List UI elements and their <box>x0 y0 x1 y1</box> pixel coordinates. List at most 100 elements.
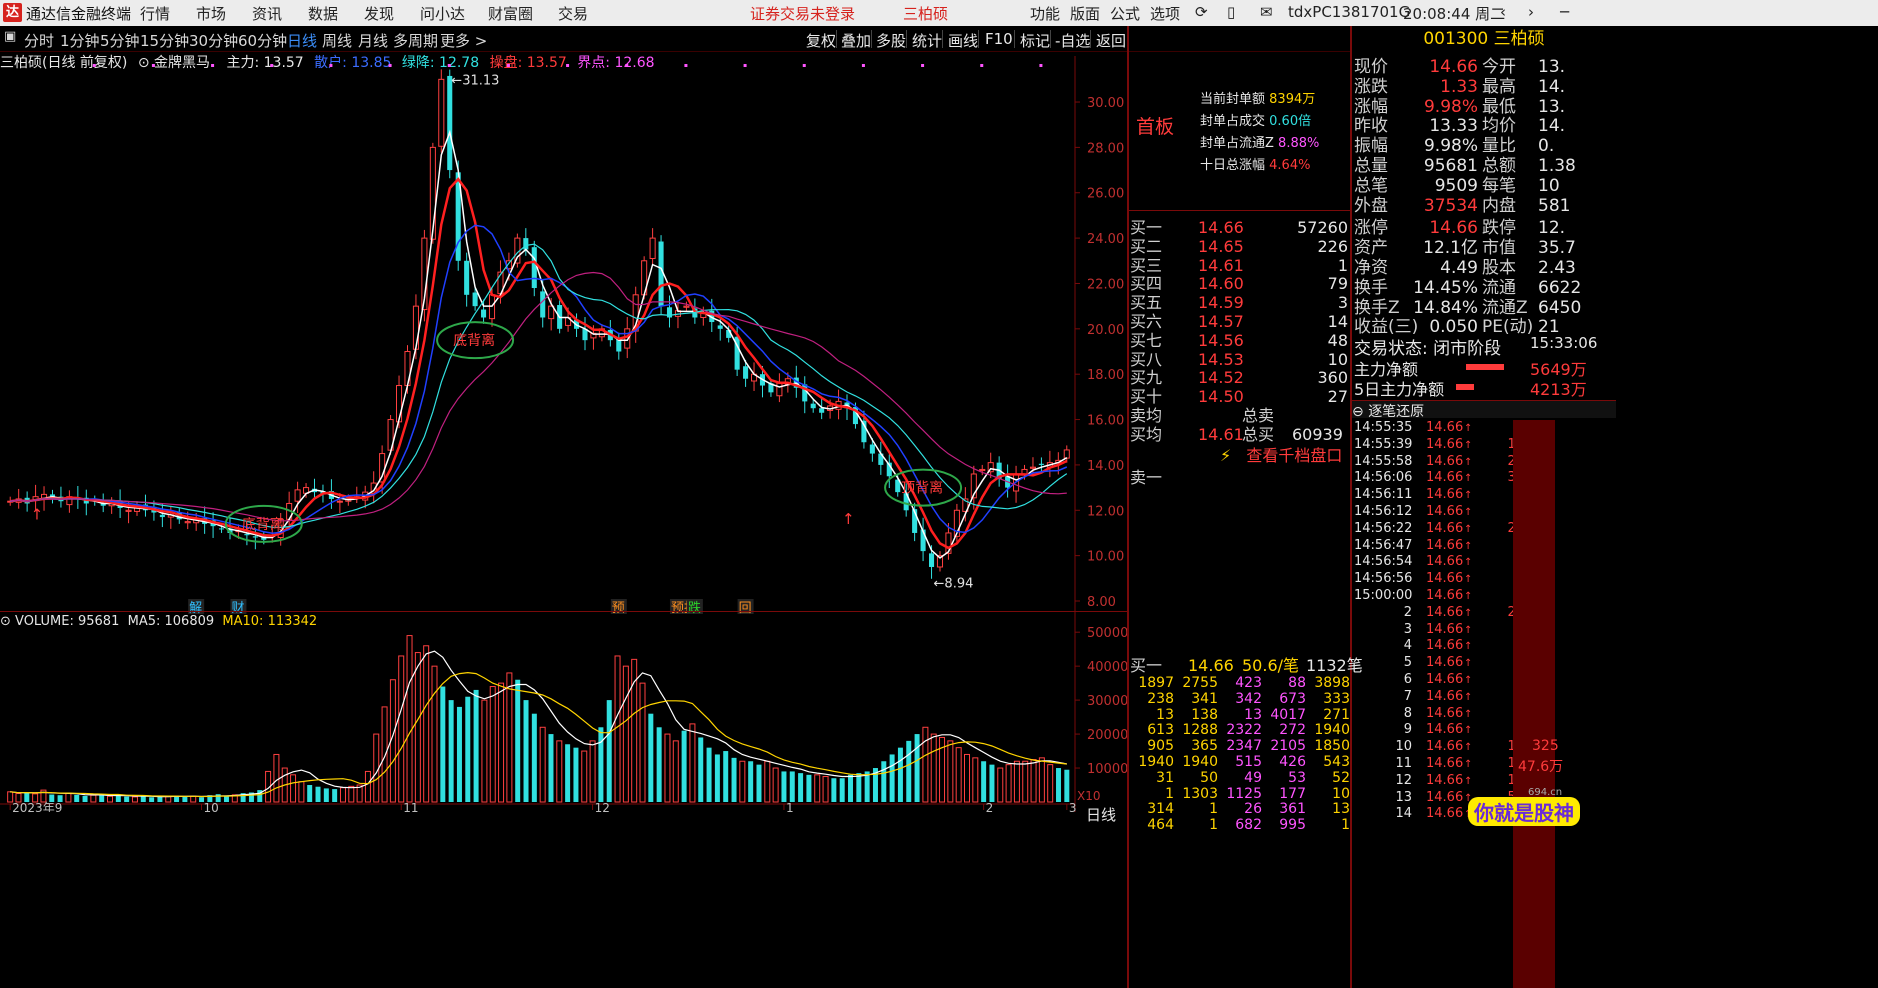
tick-time: 11 <box>1395 756 1412 771</box>
volume-bar <box>672 740 679 803</box>
tick-time: 15:00:00 <box>1354 588 1413 603</box>
menu-formula[interactable]: 公式 <box>1110 3 1140 24</box>
pc-id: tdxPC1381701G <box>1288 3 1411 21</box>
time-tick-label: 11 <box>403 801 418 812</box>
tick-row: 1014.66↑14 <box>1354 739 1524 754</box>
adjust-button[interactable]: 复权 <box>806 30 836 51</box>
period-toolbar: ▣ 分时 1分钟 5分钟 15分钟 30分钟 60分钟 日线 周线 月线 多周期… <box>0 26 1352 52</box>
tick-time: 14:56:47 <box>1354 537 1413 553</box>
login-notice[interactable]: 证券交易未登录 <box>750 3 855 24</box>
mark-button[interactable]: 标记 <box>1020 30 1050 51</box>
tick-price: 14.66 <box>1426 756 1464 771</box>
draw-line-button[interactable]: 画线 <box>948 30 978 51</box>
volume-bar <box>539 726 546 803</box>
remove-watchlist-button[interactable]: -自选 <box>1055 30 1090 51</box>
volume-bar <box>423 645 430 803</box>
volume-bar <box>1047 764 1054 803</box>
menu-data[interactable]: 数据 <box>308 3 338 24</box>
candle-body <box>717 325 723 329</box>
volume-bar <box>307 785 313 802</box>
menu-discover[interactable]: 发现 <box>364 3 394 24</box>
minimize-icon[interactable]: ─ <box>1560 3 1569 21</box>
menu-hangqing[interactable]: 行情 <box>140 3 170 24</box>
period-fenshi[interactable]: 分时 <box>24 30 54 51</box>
signal-dot <box>92 64 96 67</box>
tick-volume-band <box>1513 420 1555 988</box>
candle-body <box>776 382 783 397</box>
period-5min[interactable]: 5分钟 <box>100 30 140 51</box>
price-chart[interactable]: 30.00 28.00 26.00 24.00 22.00 20.00 18.00 16.00… <box>0 56 1128 616</box>
sidebar-toggle-icon[interactable]: ▣ <box>4 29 16 44</box>
period-60min[interactable]: 60分钟 <box>238 30 287 51</box>
tick-up-icon: ↑ <box>1464 523 1473 535</box>
volume-bar <box>565 744 571 802</box>
period-1min[interactable]: 1分钟 <box>60 30 100 51</box>
period-15min[interactable]: 15分钟 <box>140 30 189 51</box>
menu-options[interactable]: 选项 <box>1150 3 1180 24</box>
tick-time: 7 <box>1403 688 1412 704</box>
tick-up-icon: ↑ <box>1464 759 1473 770</box>
tick-time: 14:56:22 <box>1354 520 1413 536</box>
toolbar-divider <box>1050 30 1051 48</box>
volume-bar <box>664 733 671 803</box>
menu-ask[interactable]: 问小达 <box>420 3 465 24</box>
volume-bar <box>856 773 862 802</box>
menu-function[interactable]: 功能 <box>1030 3 1060 24</box>
multi-stock-button[interactable]: 多股 <box>876 30 906 51</box>
stock-code: 001300 <box>1423 29 1489 49</box>
seal-item: 封单占成交 0.60倍 <box>1200 110 1319 129</box>
price-tick-label: 28.00 <box>1087 141 1124 156</box>
candle-body <box>819 408 825 413</box>
volume-bar <box>622 665 629 803</box>
menu-wealth[interactable]: 财富圈 <box>488 3 533 24</box>
f10-button[interactable]: F10 <box>985 30 1013 48</box>
menu-layout[interactable]: 版面 <box>1070 3 1100 24</box>
tick-time: 13 <box>1395 789 1412 805</box>
menu-news[interactable]: 资讯 <box>252 3 282 24</box>
forward-icon[interactable]: › <box>1528 3 1534 21</box>
bottom-period-label[interactable]: 日线 <box>1086 804 1116 825</box>
tick-up-icon: ↑ <box>1464 507 1473 518</box>
refresh-icon[interactable]: ⟳ <box>1195 3 1208 21</box>
volume-bar <box>440 686 446 802</box>
period-multi[interactable]: 多周期 <box>393 30 438 51</box>
seal-item: 十日总涨幅 4.64% <box>1200 154 1319 173</box>
tick-price: 14.66 <box>1426 638 1464 654</box>
volume-chart[interactable]: 5000040000300002000010000X102023年9 10 11 12… <box>0 612 1128 812</box>
candle-body <box>219 528 225 530</box>
time-tick-label: 12 <box>595 801 610 812</box>
tick-price: 14.66 <box>1426 436 1464 452</box>
period-monthly[interactable]: 月线 <box>358 30 388 51</box>
mail-icon[interactable]: ✉ <box>1260 3 1273 21</box>
volume-bar <box>798 773 804 802</box>
phone-icon[interactable]: ▯ <box>1227 3 1235 21</box>
stats-button[interactable]: 统计 <box>912 30 942 51</box>
back-icon[interactable]: ‹ <box>1500 3 1506 21</box>
volume-bar <box>82 795 88 802</box>
volume-bar <box>1005 764 1012 803</box>
tick-up-icon: ↑ <box>1464 691 1473 703</box>
period-30min[interactable]: 30分钟 <box>189 30 238 51</box>
return-button[interactable]: 返回 <box>1096 30 1126 51</box>
candle-body <box>244 534 250 536</box>
volume-tick-label: 20000 <box>1087 728 1128 743</box>
tick-row: 1214.66↑10 <box>1354 773 1524 788</box>
menu-trade[interactable]: 交易 <box>558 3 588 24</box>
thousand-depth-link[interactable]: 查看千档盘口 <box>1236 446 1342 465</box>
volume-bar <box>714 754 720 802</box>
zhuli5-value: 4213万 <box>1530 380 1587 399</box>
app-logo: 达 <box>3 3 22 22</box>
volume-header: ⊙ VOLUME: 95681 MA5: 106809 MA10: 113342 <box>0 614 317 629</box>
tick-row: 14:56:2214.66↑28S <box>1354 521 1532 536</box>
tick-price: 14.66 <box>1426 470 1464 486</box>
seal-item: 当前封单额 8394万 <box>1200 88 1319 107</box>
tick-price: 14.66 <box>1426 420 1464 435</box>
period-weekly[interactable]: 周线 <box>322 30 352 51</box>
first-board-label: 首板 <box>1136 116 1175 138</box>
period-more[interactable]: 更多 > <box>440 30 487 51</box>
overlay-button[interactable]: 叠加 <box>841 30 871 51</box>
menu-market[interactable]: 市场 <box>196 3 226 24</box>
tick-row: 14:55:5814.66↑25S <box>1354 454 1532 469</box>
time-tick-label: 3 <box>1069 801 1077 812</box>
period-daily[interactable]: 日线 <box>287 30 317 51</box>
